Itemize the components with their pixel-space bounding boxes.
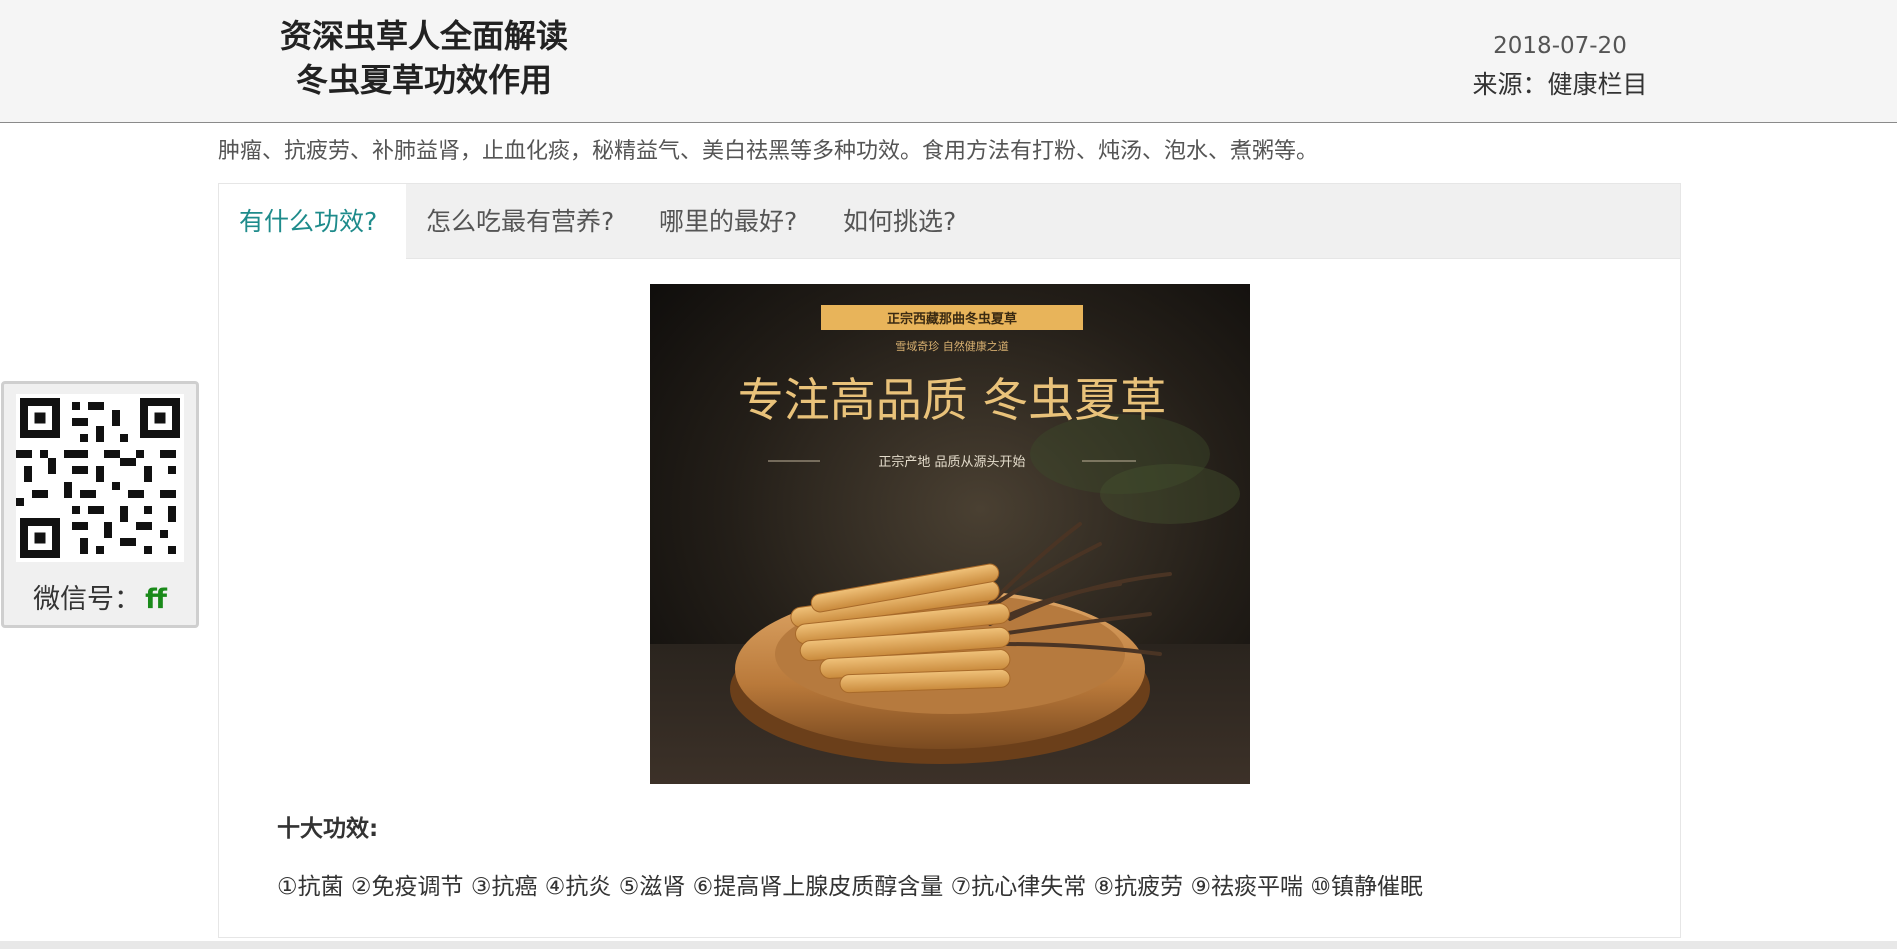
article-source: 来源：健康栏目	[1472, 70, 1648, 99]
article-meta: 2018-07-20 来源：健康栏目	[1430, 28, 1690, 106]
tab-best-origin[interactable]: 哪里的最好?	[639, 184, 817, 259]
image-subtitle-text: 雪域奇珍 自然健康之道	[895, 339, 1009, 353]
image-banner-text: 正宗西藏那曲冬虫夏草	[887, 311, 1017, 327]
page-header: 资深虫草人全面解读 冬虫夏草功效作用 2018-07-20 来源：健康栏目	[0, 0, 1897, 123]
content-panel: 有什么功效? 怎么吃最有营养? 哪里的最好? 如何挑选? 正宗西藏那曲冬虫夏草 …	[218, 183, 1681, 938]
title-line-2: 冬虫夏草功效作用	[295, 61, 552, 99]
image-tagline-text: 正宗产地 品质从源头开始	[878, 454, 1025, 470]
wechat-label: 微信号： ff	[4, 577, 196, 616]
product-image: 正宗西藏那曲冬虫夏草 雪域奇珍 自然健康之道 专注高品质 冬虫夏草 正宗产地 品…	[650, 284, 1250, 784]
benefits-list: ①抗菌 ②免疫调节 ③抗癌 ④抗炎 ⑤滋肾 ⑥提高肾上腺皮质醇含量 ⑦抗心律失常…	[277, 874, 1423, 900]
bottom-bar	[0, 941, 1897, 949]
section-heading: 十大功效:	[277, 816, 379, 842]
image-headline-text: 专注高品质 冬虫夏草	[738, 373, 1167, 427]
title-line-1: 资深虫草人全面解读	[279, 17, 568, 55]
wechat-id: ff	[145, 584, 167, 615]
page-title: 资深虫草人全面解读 冬虫夏草功效作用	[224, 14, 624, 102]
qr-code[interactable]	[16, 394, 184, 562]
tab-benefits[interactable]: 有什么功效?	[219, 184, 406, 260]
tab-how-to-eat[interactable]: 怎么吃最有营养?	[406, 184, 634, 259]
intro-text: 肿瘤、抗疲劳、补肺益肾，止血化痰，秘精益气、美白祛黑等多种功效。食用方法有打粉、…	[218, 139, 1319, 164]
publish-date: 2018-07-20	[1493, 33, 1627, 59]
wechat-qr-widget: 微信号： ff	[1, 381, 199, 628]
wechat-label-text: 微信号：	[33, 584, 142, 615]
tab-bar: 有什么功效? 怎么吃最有营养? 哪里的最好? 如何挑选?	[219, 184, 1680, 260]
tab-how-to-choose[interactable]: 如何挑选?	[823, 184, 976, 259]
